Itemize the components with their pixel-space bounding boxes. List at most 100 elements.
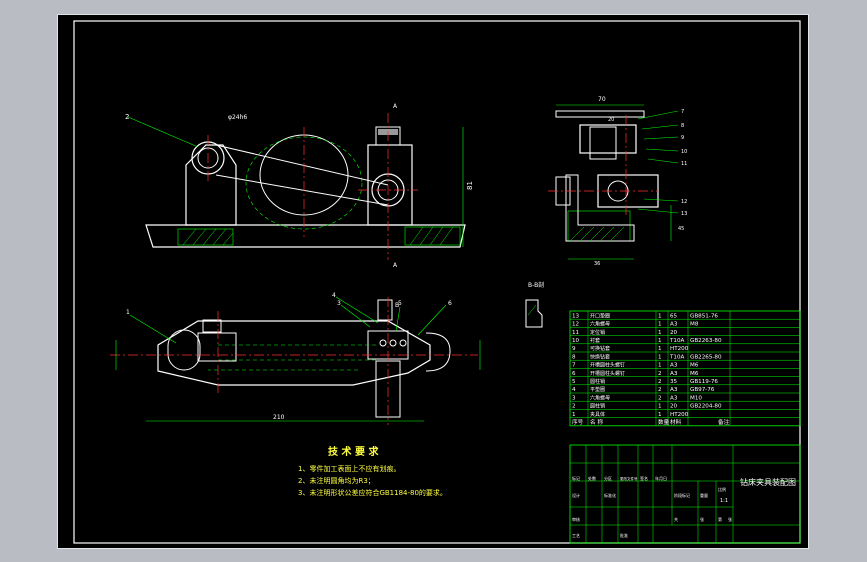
section-mark-a1: A: [393, 103, 398, 110]
tb-scale-label: 比例: [718, 486, 726, 492]
inner-frame: [73, 20, 801, 544]
bom-cell-qty: 1: [658, 338, 662, 344]
balloon-10: 10: [681, 149, 687, 155]
dim-side: 45: [678, 226, 684, 232]
bom-cell-no: 10: [572, 338, 580, 344]
drawing-title: 钻床夹具装配图: [740, 477, 796, 487]
dim-hole: φ24h6: [228, 114, 247, 121]
bom-cell-no: 4: [572, 387, 576, 393]
dim-top-width: 70: [598, 96, 606, 103]
bom-cell-no: 3: [572, 395, 576, 401]
bom-cell-no: 2: [572, 404, 576, 410]
balloon-13: 13: [681, 211, 687, 217]
bom-cell-mat: 20: [670, 404, 678, 410]
balloon-2: 2: [125, 113, 129, 121]
balloon-7: 7: [681, 109, 684, 115]
plan-view: 210 1 4 3 5 6 B: [110, 292, 481, 425]
drawing-canvas: 81 2 φ24h6 A A 210 1 4 3 5 6 B 70 20 36 …: [73, 20, 801, 544]
tb-change: 更改文件号: [620, 476, 638, 481]
tb-count: 处数: [588, 475, 596, 481]
bom-cell-name: 快换钻套: [590, 353, 610, 360]
bom-cell-std: GB851-76: [690, 313, 718, 319]
bom-cell-name: 开口垫圈: [590, 312, 610, 319]
bom-cell-qty: 2: [658, 387, 662, 393]
bom-cell-mat: 65: [670, 313, 678, 319]
bom-cell-no: 1: [572, 412, 576, 418]
bom-cell-name: 平垫圈: [590, 386, 605, 393]
bom-table: 13 开口垫圈 1 65 GB851-7612 六角螺母 1 A3 M811 定位销 1 2010 衬套…: [569, 310, 801, 427]
drawing-sheet: 81 2 φ24h6 A A 210 1 4 3 5 6 B 70 20 36 …: [57, 14, 809, 549]
tb-mark: 标记: [572, 475, 580, 481]
section-label: B-B剖: [528, 281, 544, 289]
tb-stage: 阶段标记: [674, 492, 690, 498]
tb-sheets: 张: [700, 516, 704, 522]
note-1: 1、零件加工表面上不应有划痕。: [298, 464, 400, 473]
tb-approve: 批准: [620, 532, 628, 538]
tb-sign: 签名: [640, 475, 648, 481]
dim-inner: 20: [608, 117, 614, 123]
balloon-4b: 6: [448, 300, 452, 307]
bom-cell-mat: T10A: [669, 354, 685, 360]
notes-title: 技 术 要 求: [328, 445, 379, 458]
bom-cell-mat: 20: [670, 330, 678, 336]
bom-cell-qty: 2: [658, 371, 662, 377]
bom-cell-name: 开槽圆柱头螺钉: [590, 370, 625, 377]
side-view: 70 20 36 45 7 8 9 10 11 12 13: [548, 96, 687, 267]
bom-cell-no: 9: [572, 346, 576, 352]
bom-header-name: 名 称: [590, 418, 603, 426]
bom-cell-name: 可换钻套: [590, 345, 610, 352]
tb-process: 工艺: [572, 533, 580, 538]
balloon-9: 9: [681, 135, 684, 141]
note-3: 3、未注明形状公差应符合GB1184-80的要求。: [298, 488, 447, 497]
tb-review: 审核: [572, 516, 580, 522]
tb-page2: 张: [728, 516, 732, 522]
section-mark-b: B: [395, 302, 399, 309]
bom-cell-mat: A3: [670, 371, 678, 377]
tb-std: 标准化: [604, 492, 616, 498]
bom-cell-std: GB2263-80: [690, 338, 722, 344]
bom-cell-no: 12: [572, 322, 579, 328]
bom-cell-std: M6: [690, 371, 699, 377]
bom-cell-name: 定位销: [590, 329, 605, 336]
bom-cell-qty: 1: [658, 354, 662, 360]
bom-cell-mat: A3: [670, 363, 678, 369]
bom-cell-qty: 1: [658, 412, 662, 418]
bom-cell-name: 圆柱销: [590, 403, 605, 410]
bom-cell-mat: 35: [670, 379, 678, 385]
bom-cell-qty: 1: [658, 363, 662, 369]
bom-cell-no: 8: [572, 354, 576, 360]
tb-zone: 分区: [604, 475, 612, 481]
bom-header-mat: 材料: [670, 418, 682, 426]
scale: 1:1: [720, 498, 728, 504]
bom-cell-std: GB2204-80: [690, 404, 722, 410]
bom-cell-mat: T10A: [669, 338, 685, 344]
balloon-1: 1: [126, 309, 130, 316]
note-2: 2、未注明圆角均为R3；: [298, 476, 375, 485]
bom-header-note: 备注: [718, 418, 730, 426]
dim-base: 36: [594, 261, 600, 267]
tb-weight: 重量: [700, 492, 708, 498]
bom-cell-qty: 2: [658, 395, 662, 401]
bom-cell-std: GB97-76: [690, 387, 715, 393]
bom-cell-name: 开槽圆柱头螺钉: [590, 362, 625, 369]
bom-cell-qty: 1: [658, 330, 662, 336]
bom-cell-mat: HT200: [670, 346, 689, 352]
section-detail: B-B剖: [525, 281, 544, 328]
tb-date: 年月日: [655, 475, 667, 481]
bom-cell-name: 圆柱销: [590, 378, 605, 385]
bom-cell-std: M8: [690, 322, 699, 328]
bom-cell-name: 夹具体: [590, 411, 605, 418]
bom-cell-qty: 1: [658, 313, 662, 319]
bom-cell-name: 六角螺母: [590, 321, 610, 328]
bom-cell-no: 7: [572, 363, 576, 369]
bom-cell-qty: 1: [658, 322, 662, 328]
tb-design: 设计: [572, 492, 580, 498]
technical-notes: 技 术 要 求 1、零件加工表面上不应有划痕。 2、未注明圆角均为R3； 3、未…: [298, 445, 447, 497]
bom-cell-std: M6: [690, 363, 699, 369]
bom-cell-qty: 1: [658, 404, 662, 410]
bom-cell-std: GB2265-80: [690, 354, 722, 360]
bom-cell-name: 六角螺母: [590, 394, 610, 401]
balloon-12: 12: [681, 199, 687, 205]
dim-overall-length: 210: [273, 414, 285, 421]
bom-header-qty: 数量: [658, 418, 670, 426]
